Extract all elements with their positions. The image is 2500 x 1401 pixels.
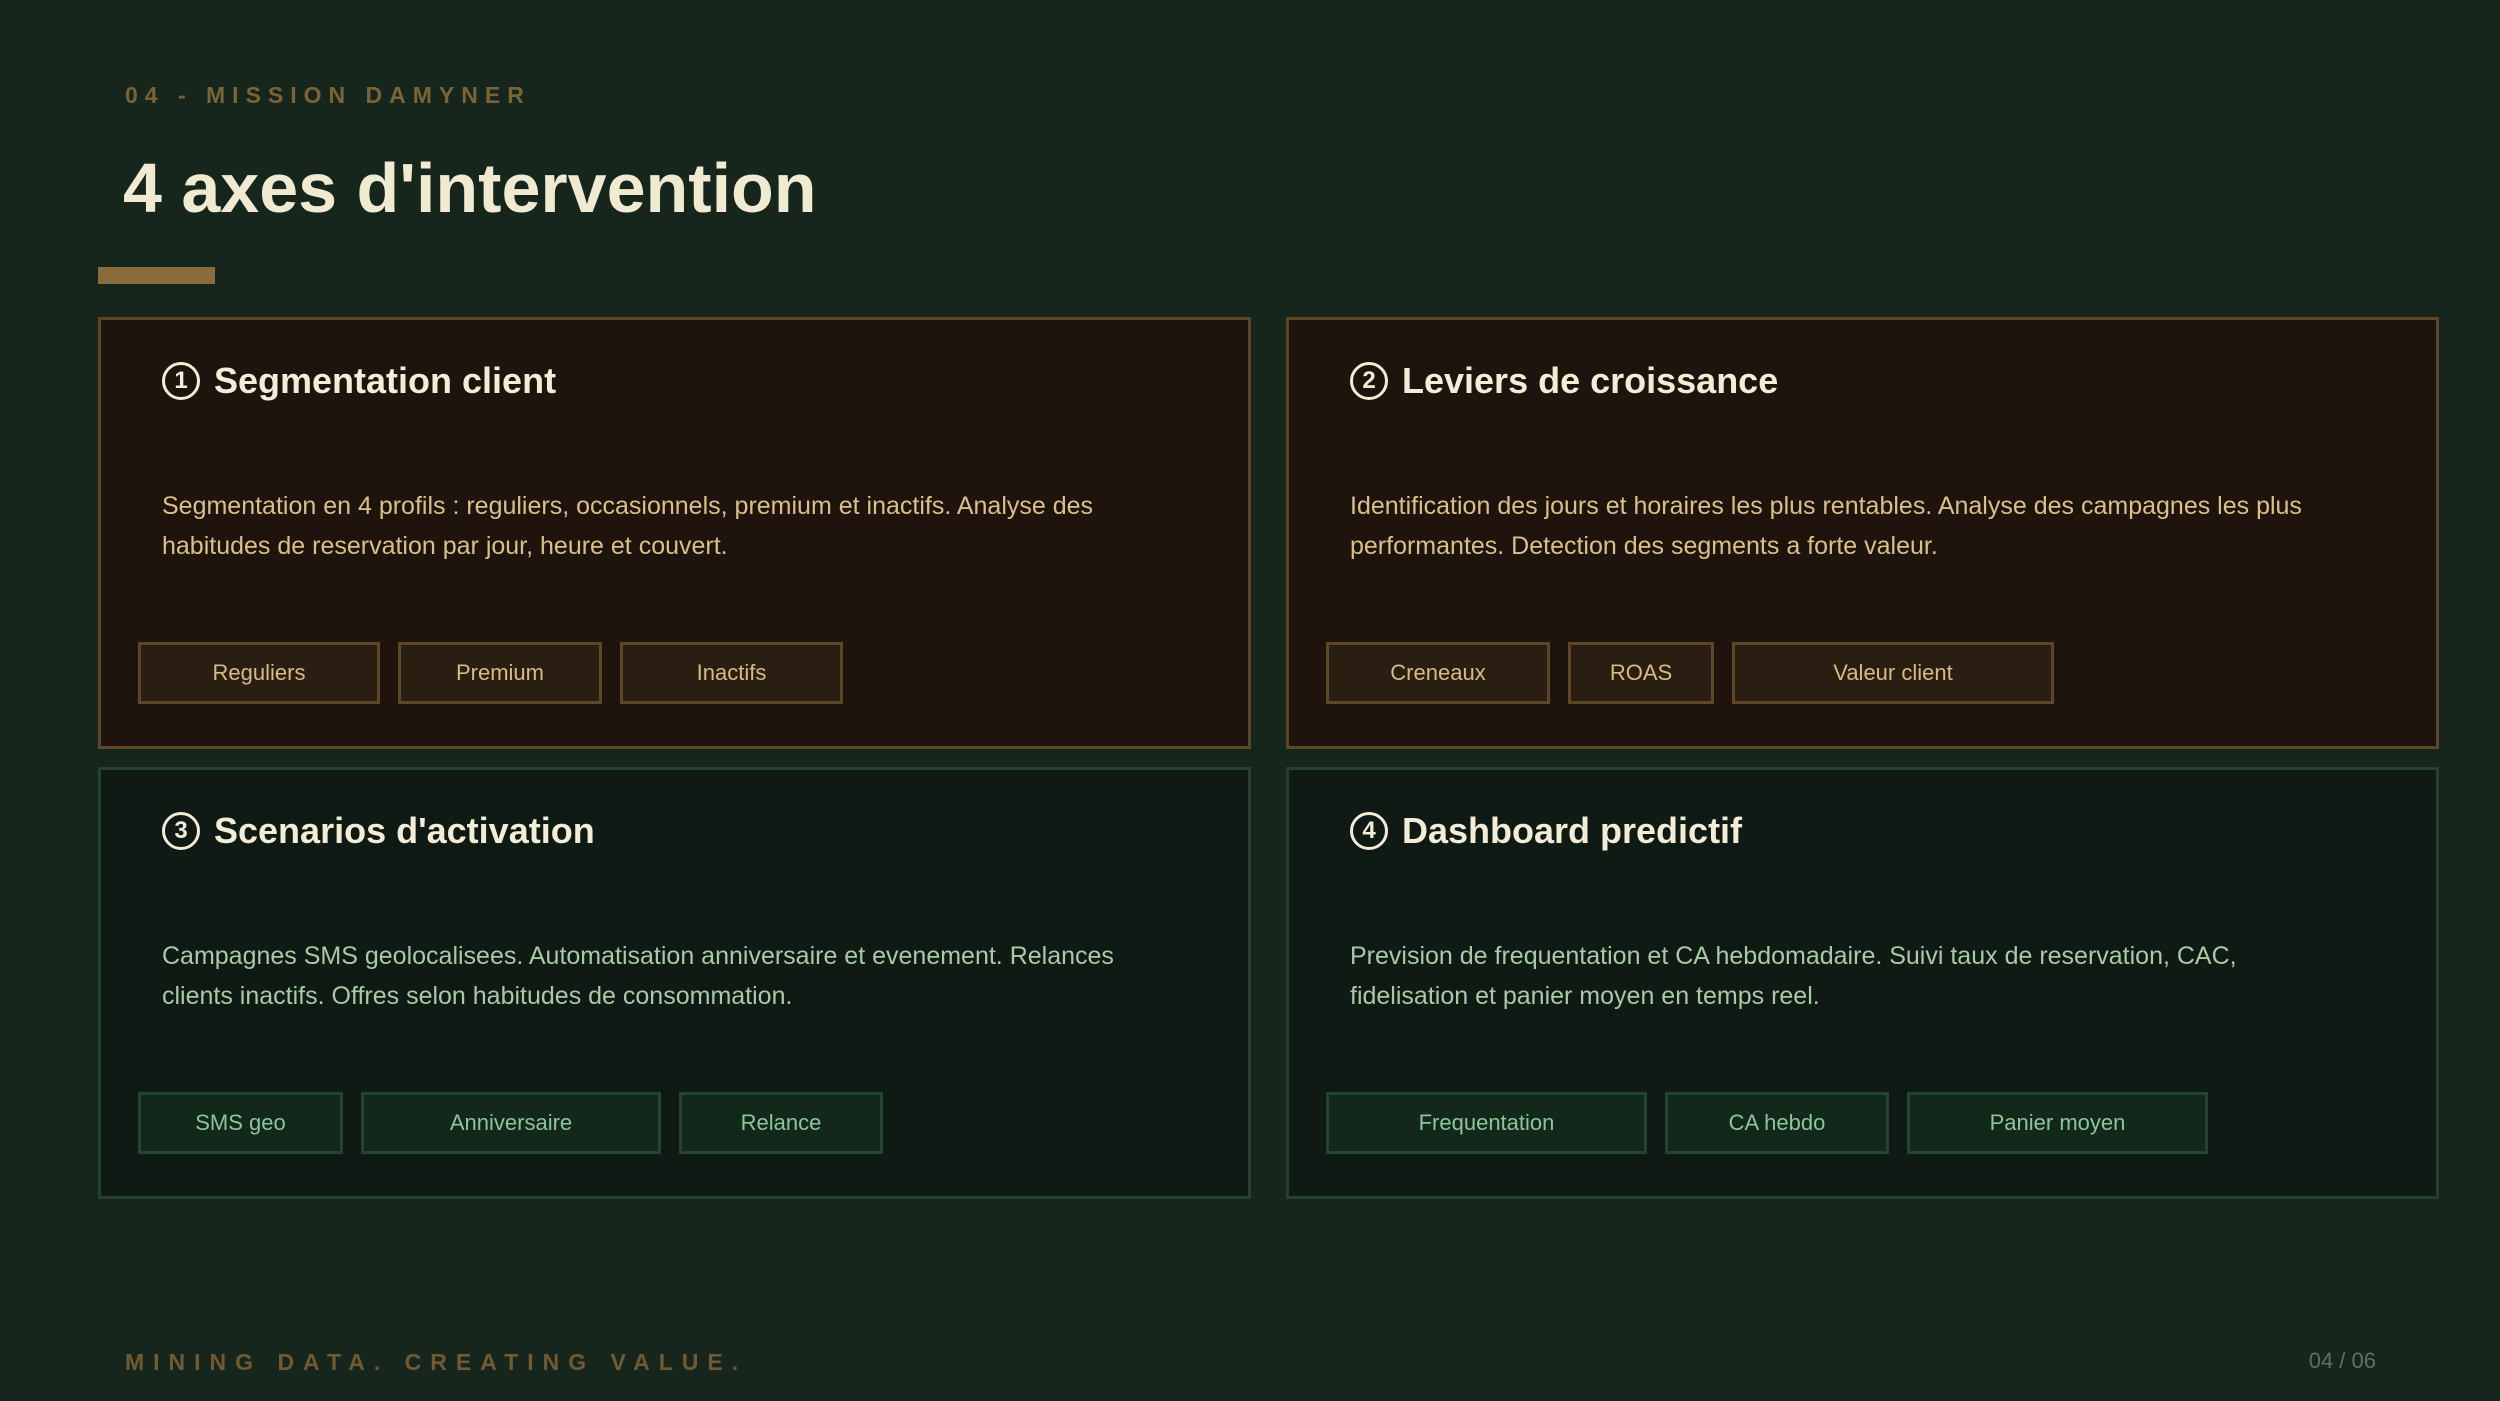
card-title: 4 Dashboard predictif [1350, 810, 1742, 852]
footer-tagline: MINING DATA. CREATING VALUE. [125, 1349, 748, 1375]
card-scenarios: 3 Scenarios d'activation Campagnes SMS g… [98, 767, 1251, 1199]
card-title: 3 Scenarios d'activation [162, 810, 595, 852]
card-title-text: Dashboard predictif [1402, 810, 1743, 851]
tag-roas: ROAS [1568, 642, 1714, 704]
title-accent-bar [98, 267, 215, 284]
card-segmentation: 1 Segmentation client Segmentation en 4 … [98, 317, 1251, 749]
page-title: 4 axes d'intervention [123, 149, 817, 227]
tag-sms-geo: SMS geo [138, 1092, 343, 1154]
card-description: Prevision de frequentation et CA hebdoma… [1350, 942, 2237, 1010]
card-description: Segmentation en 4 profils : reguliers, o… [162, 492, 1094, 560]
tag-inactifs: Inactifs [620, 642, 843, 704]
tag-ca-hebdo: CA hebdo [1665, 1092, 1889, 1154]
number-1-icon: 1 [162, 362, 200, 400]
tag-relance: Relance [679, 1092, 883, 1154]
number-3-icon: 3 [162, 812, 200, 850]
card-title: 1 Segmentation client [162, 360, 556, 402]
tag-panier-moyen: Panier moyen [1907, 1092, 2208, 1154]
card-title-text: Segmentation client [214, 360, 557, 401]
tag-anniversaire: Anniversaire [361, 1092, 661, 1154]
card-title-text: Scenarios d'activation [214, 810, 595, 851]
card-leviers: 2 Leviers de croissance Identification d… [1286, 317, 2439, 749]
tag-premium: Premium [398, 642, 602, 704]
card-description: Identification des jours et horaires les… [1350, 492, 2302, 560]
number-2-icon: 2 [1350, 362, 1388, 400]
card-description: Campagnes SMS geolocalisees. Automatisat… [162, 942, 1114, 1010]
tag-frequentation: Frequentation [1326, 1092, 1647, 1154]
card-title: 2 Leviers de croissance [1350, 360, 1778, 402]
number-4-icon: 4 [1350, 812, 1388, 850]
card-title-text: Leviers de croissance [1402, 360, 1779, 401]
eyebrow-label: 04 - MISSION DAMYNER [125, 82, 531, 108]
page-number: 04 / 06 [2308, 1348, 2376, 1373]
tag-reguliers: Reguliers [138, 642, 380, 704]
tag-creneaux: Creneaux [1326, 642, 1550, 704]
tag-valeur-client: Valeur client [1732, 642, 2054, 704]
card-dashboard: 4 Dashboard predictif Prevision de frequ… [1286, 767, 2439, 1199]
